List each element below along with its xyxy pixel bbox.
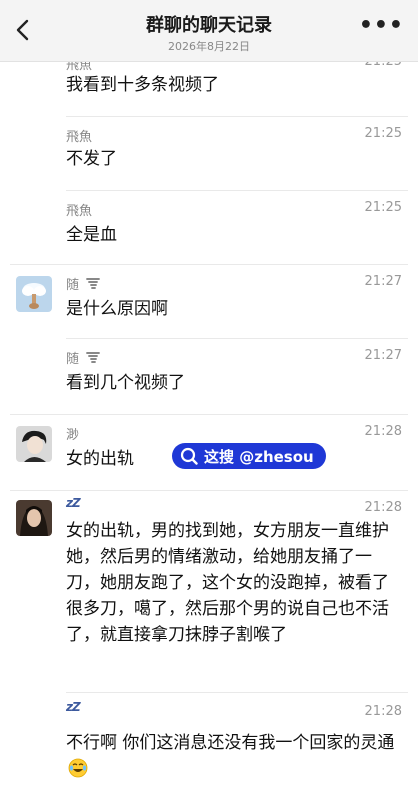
message-time: 21:25 [364, 126, 402, 141]
tornado-icon [86, 352, 101, 363]
message-text[interactable]: 全是血 [66, 222, 406, 248]
search-icon [180, 447, 198, 465]
list-item: 随 21:27 是什么原因啊 [0, 264, 418, 336]
sender-name: zZ [66, 496, 81, 511]
zzz-emoji-icon: zZ [66, 496, 81, 510]
avatar[interactable] [16, 500, 52, 536]
watermark-text: 这搜 @zhesou [204, 447, 314, 466]
more-icon[interactable]: ••• [359, 15, 404, 37]
message-time: 21:27 [364, 348, 402, 363]
message-text[interactable]: 我看到十多条视频了 [66, 72, 406, 98]
person-avatar-icon [16, 500, 52, 536]
message-time: 21:25 [364, 200, 402, 215]
message-text[interactable]: 不发了 [66, 146, 406, 172]
divider [10, 264, 408, 265]
list-item: 飛魚 21:25 不发了 [0, 116, 418, 190]
message-time: 21:28 [364, 704, 402, 719]
header-bar: 群聊的聊天记录 2026年8月22日 ••• [0, 0, 418, 62]
divider [66, 692, 408, 693]
message-text[interactable]: 看到几个视频了 [66, 370, 406, 396]
sender-name: 飛魚 [66, 204, 93, 219]
watermark-badge: 这搜 @zhesou [172, 443, 326, 469]
message-text[interactable]: 是什么原因啊 [66, 296, 406, 322]
chat-record-list: 飛魚 21:25 我看到十多条视频了 飛魚 21:25 不发了 飛魚 21:25… [0, 0, 418, 800]
page-subtitle-date: 2026年8月22日 [168, 40, 250, 53]
avatar[interactable] [16, 276, 52, 312]
cloud-avatar-icon [16, 276, 52, 312]
divider [66, 190, 408, 191]
list-item: 飛魚 21:25 全是血 [0, 190, 418, 262]
page-title: 群聊的聊天记录 [146, 15, 272, 36]
sender-name: 随 [66, 348, 101, 367]
laugh-cry-emoji-icon [68, 758, 88, 778]
divider [10, 414, 408, 415]
divider [10, 490, 408, 491]
message-text[interactable]: 不行啊 你们这消息还没有我一个回家的灵通 [66, 730, 404, 782]
message-time: 21:28 [364, 500, 402, 515]
divider [66, 116, 408, 117]
sender-name: zZ [66, 700, 81, 715]
message-time: 21:27 [364, 274, 402, 289]
sender-name-text: 随 [66, 352, 80, 367]
list-item: 随 21:27 看到几个视频了 [0, 338, 418, 412]
sender-name-text: 随 [66, 278, 80, 293]
list-item: zZ 21:28 女的出轨，男的找到她，女方朋友一直维护她，然后男的情绪激动，给… [0, 490, 418, 690]
sender-name: 渺 [66, 428, 80, 443]
message-text-content: 不行啊 你们这消息还没有我一个回家的灵通 [66, 733, 395, 753]
message-text[interactable]: 女的出轨，男的找到她，女方朋友一直维护她，然后男的情绪激动，给她朋友捅了一刀，她… [66, 518, 404, 648]
message-time: 21:28 [364, 424, 402, 439]
divider [66, 338, 408, 339]
tornado-icon [86, 278, 101, 289]
zzz-emoji-icon: zZ [66, 700, 81, 714]
sender-name: 飛魚 [66, 130, 93, 145]
list-item: zZ 21:28 不行啊 你们这消息还没有我一个回家的灵通 [0, 692, 418, 800]
person-avatar-icon [16, 426, 52, 462]
avatar[interactable] [16, 426, 52, 462]
sender-name: 随 [66, 274, 101, 293]
